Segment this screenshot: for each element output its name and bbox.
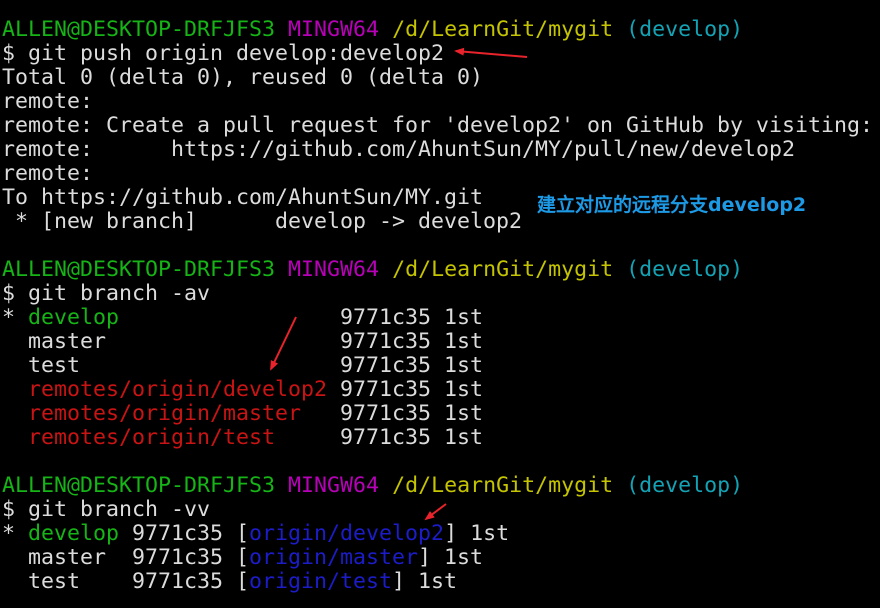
output-text: ] 1st: [418, 545, 484, 570]
terminal-line: * develop 9771c35 [origin/develop2] 1st: [2, 522, 880, 546]
terminal-line: ALLEN@DESKTOP-DRFJFS3 MINGW64 /d/LearnGi…: [2, 474, 880, 498]
upstream-branch-name: origin/develop2: [249, 521, 445, 546]
prompt-shell: MINGW64: [288, 473, 380, 498]
prompt-path: /d/LearnGit/mygit: [392, 257, 614, 282]
output-text: master 9771c35 [: [2, 545, 250, 570]
output-text: remote: https://github.com/AhuntSun/MY/p…: [2, 137, 796, 162]
prompt-user: ALLEN@DESKTOP-DRFJFS3: [2, 257, 276, 282]
output-text: remote:: [2, 89, 94, 114]
prompt-path: /d/LearnGit/mygit: [392, 473, 614, 498]
current-branch-name: develop: [28, 305, 120, 330]
output-text: To https://github.com/AhuntSun/MY.git: [2, 185, 484, 210]
current-branch-name: develop: [28, 521, 120, 546]
prompt-branch: (develop): [626, 257, 744, 282]
output-text: remote:: [2, 161, 94, 186]
terminal-line: master 9771c35 [origin/master] 1st: [2, 546, 880, 570]
terminal-line: test 9771c35 [origin/test] 1st: [2, 570, 880, 594]
command-text: $ git push origin develop:develop2: [2, 41, 445, 66]
upstream-branch-name: origin/test: [249, 569, 393, 594]
annotation-label: 建立对应的远程分支develop2: [537, 194, 807, 216]
terminal-line: remotes/origin/develop2 9771c35 1st: [2, 378, 880, 402]
terminal-line: ALLEN@DESKTOP-DRFJFS3 MINGW64 /d/LearnGi…: [2, 258, 880, 282]
output-text: 9771c35 1st: [119, 305, 484, 330]
output-text: *: [2, 305, 29, 330]
terminal-line: remotes/origin/master 9771c35 1st: [2, 402, 880, 426]
output-text: 9771c35 1st: [327, 377, 484, 402]
terminal-line: Total 0 (delta 0), reused 0 (delta 0): [2, 66, 880, 90]
terminal-window[interactable]: ALLEN@DESKTOP-DRFJFS3 MINGW64 /d/LearnGi…: [0, 0, 880, 608]
prompt-user: ALLEN@DESKTOP-DRFJFS3: [2, 17, 276, 42]
prompt-path: /d/LearnGit/mygit: [392, 17, 614, 42]
terminal-line: $ git branch -av: [2, 282, 880, 306]
output-text: 9771c35 [: [119, 521, 250, 546]
remote-branch-name: remotes/origin/develop2: [28, 377, 328, 402]
output-text: test 9771c35 [: [2, 569, 250, 594]
output-text: 9771c35 1st: [275, 425, 484, 450]
prompt-shell: MINGW64: [288, 257, 380, 282]
output-text: master 9771c35 1st: [2, 329, 484, 354]
output-text: remote: Create a pull request for 'devel…: [2, 113, 874, 138]
remote-branch-name: remotes/origin/master: [28, 401, 302, 426]
command-text: $ git branch -av: [2, 281, 211, 306]
prompt-branch: (develop): [626, 473, 744, 498]
terminal-line: master 9771c35 1st: [2, 330, 880, 354]
terminal-line: ALLEN@DESKTOP-DRFJFS3 MINGW64 /d/LearnGi…: [2, 18, 880, 42]
terminal-line: remote:: [2, 162, 880, 186]
terminal-line: $ git branch -vv: [2, 498, 880, 522]
terminal-line: remotes/origin/test 9771c35 1st: [2, 426, 880, 450]
terminal-line: $ git push origin develop:develop2: [2, 42, 880, 66]
prompt-branch: (develop): [626, 17, 744, 42]
output-text: ] 1st: [392, 569, 458, 594]
output-text: test 9771c35 1st: [2, 353, 484, 378]
prompt-user: ALLEN@DESKTOP-DRFJFS3: [2, 473, 276, 498]
output-text: 9771c35 1st: [301, 401, 484, 426]
output-text: Total 0 (delta 0), reused 0 (delta 0): [2, 65, 484, 90]
upstream-branch-name: origin/master: [249, 545, 419, 570]
output-text: *: [2, 521, 29, 546]
terminal-line: remote: https://github.com/AhuntSun/MY/p…: [2, 138, 880, 162]
terminal-line: remote:: [2, 90, 880, 114]
remote-branch-name: remotes/origin/test: [28, 425, 276, 450]
terminal-line: test 9771c35 1st: [2, 354, 880, 378]
terminal-line: * develop 9771c35 1st: [2, 306, 880, 330]
output-text: ] 1st: [444, 521, 510, 546]
command-text: $ git branch -vv: [2, 497, 211, 522]
prompt-shell: MINGW64: [288, 17, 380, 42]
terminal-line: remote: Create a pull request for 'devel…: [2, 114, 880, 138]
output-text: * [new branch] develop -> develop2: [2, 209, 523, 234]
